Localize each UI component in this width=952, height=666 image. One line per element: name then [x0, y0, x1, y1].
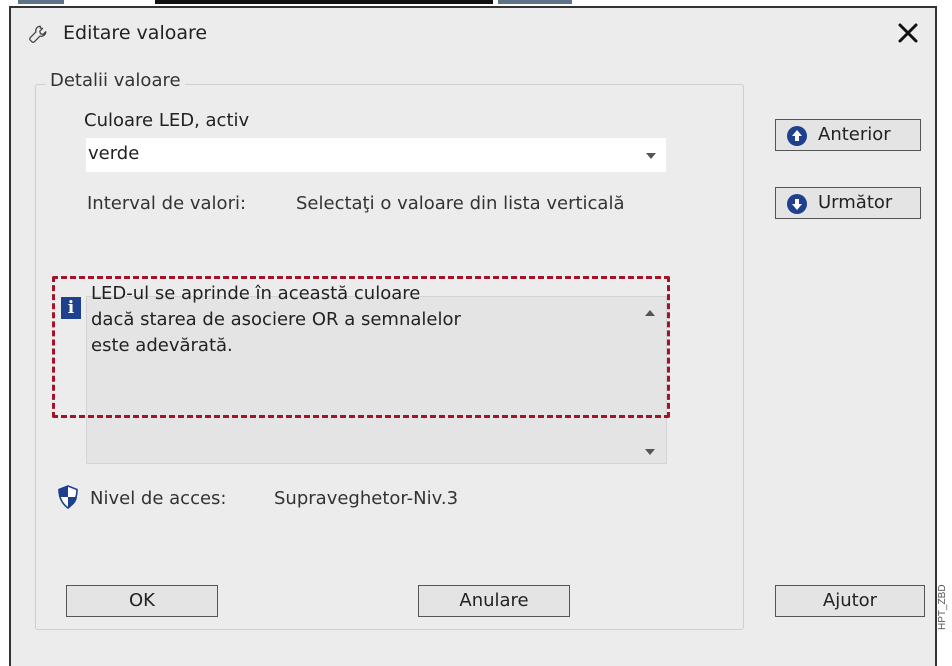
cancel-button[interactable]: Anulare	[418, 585, 570, 617]
access-level-label: Nivel de acces:	[90, 488, 227, 509]
access-level-value: Supraveghetor-Niv.3	[274, 488, 459, 509]
background-tab-2	[155, 0, 493, 4]
group-title: Detalii valoare	[46, 70, 185, 91]
help-button[interactable]: Ajutor	[775, 585, 925, 617]
background-tab-3	[498, 0, 572, 4]
title-bar: Editare valoare	[11, 8, 935, 58]
highlight-frame	[52, 276, 670, 418]
ok-button[interactable]: OK	[66, 585, 218, 617]
background-tab-1	[18, 0, 64, 4]
arrow-up-circle-icon	[787, 126, 807, 146]
parameter-label: Culoare LED, activ	[84, 110, 250, 131]
value-select[interactable]: verde	[86, 138, 666, 172]
next-button[interactable]: Următor	[775, 187, 921, 219]
close-icon[interactable]	[895, 20, 921, 46]
dropdown-arrow-icon[interactable]	[646, 153, 656, 159]
dialog-title: Editare valoare	[63, 22, 208, 44]
previous-label: Anterior	[818, 124, 891, 145]
side-label: HPT_ZBD	[937, 584, 948, 630]
range-value: Selectaţi o valoare din lista verticală	[296, 193, 625, 214]
next-label: Următor	[818, 192, 893, 213]
range-label: Interval de valori:	[87, 193, 247, 214]
scroll-down-arrow-icon[interactable]	[645, 449, 655, 455]
shield-icon	[58, 485, 78, 509]
wrench-icon	[29, 25, 47, 43]
selected-value: verde	[88, 143, 140, 164]
arrow-down-circle-icon	[787, 194, 807, 214]
previous-button[interactable]: Anterior	[775, 119, 921, 151]
